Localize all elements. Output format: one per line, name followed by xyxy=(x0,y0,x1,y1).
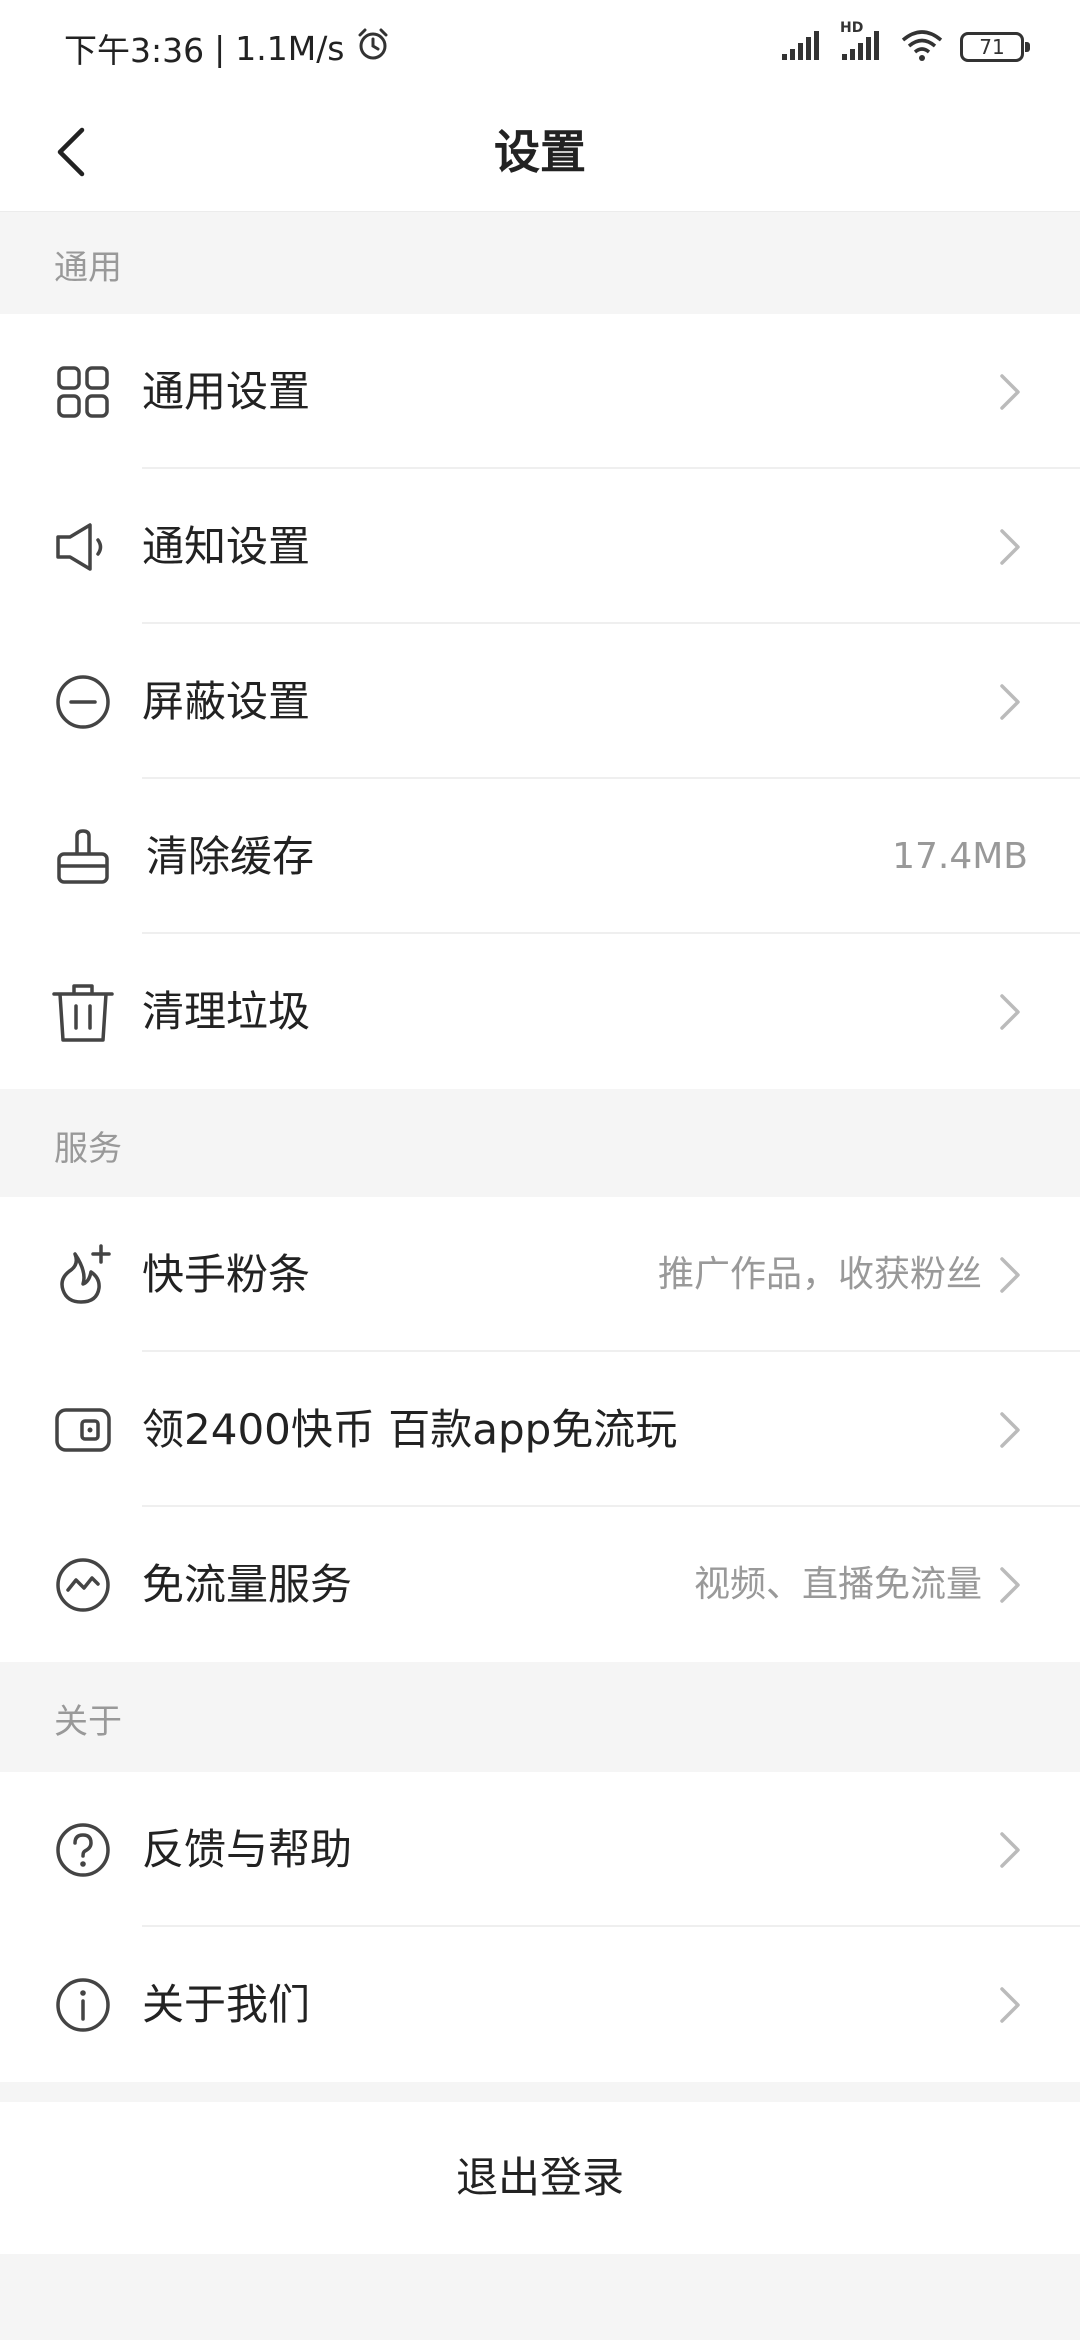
settings-item-block[interactable]: 屏蔽设置 xyxy=(0,624,1080,779)
item-label: 免流量服务 xyxy=(142,1560,353,1609)
chevron-right-icon xyxy=(990,370,1030,414)
item-hint: 视频、直播免流量 xyxy=(693,1564,982,1605)
section-title: 服务 xyxy=(54,1129,122,1169)
alarm-icon xyxy=(355,26,391,70)
chevron-right-icon xyxy=(990,990,1030,1034)
item-label: 通知设置 xyxy=(142,522,311,571)
item-label: 快手粉条 xyxy=(142,1250,311,1299)
speaker-icon xyxy=(50,514,116,580)
page-title: 设置 xyxy=(494,125,586,179)
logout-button[interactable]: 退出登录 xyxy=(0,2102,1080,2254)
chevron-right-icon xyxy=(990,525,1030,569)
logout-label: 退出登录 xyxy=(455,2153,624,2202)
settings-item-feedback[interactable]: 反馈与帮助 xyxy=(0,1772,1080,1927)
item-label: 通用设置 xyxy=(142,367,311,416)
cache-size: 17.4MB xyxy=(892,836,1028,877)
item-label: 关于我们 xyxy=(142,1980,311,2029)
settings-item-notification[interactable]: 通知设置 xyxy=(0,469,1080,624)
battery-icon: 71 xyxy=(960,32,1030,62)
chevron-right-icon xyxy=(990,680,1030,724)
section-title: 关于 xyxy=(54,1702,122,1742)
settings-item-free-data[interactable]: 免流量服务 视频、直播免流量 xyxy=(0,1507,1080,1662)
chevron-right-icon xyxy=(990,1253,1030,1297)
settings-item-coin-promo[interactable]: 领2400快币 百款app免流玩 xyxy=(0,1352,1080,1507)
chevron-right-icon xyxy=(990,1983,1030,2027)
hd-label: HD xyxy=(840,20,864,36)
settings-item-clear-cache[interactable]: 清除缓存 17.4MB xyxy=(0,779,1080,934)
question-circle-icon xyxy=(50,1817,116,1883)
hd-signal-icon: HD xyxy=(840,20,884,66)
chevron-right-icon xyxy=(990,1408,1030,1452)
network-speed: 1.1M/s xyxy=(235,28,345,68)
section-header-services: 服务 xyxy=(0,1089,1080,1197)
group-services: 快手粉条 推广作品，收获粉丝 领2400快币 百款app免流玩 免流量服务 视频… xyxy=(0,1197,1080,1662)
status-bar: 下午3:36 | 1.1M/s HD 71 xyxy=(0,0,1080,92)
settings-item-about-us[interactable]: 关于我们 xyxy=(0,1927,1080,2082)
settings-item-fan-boost[interactable]: 快手粉条 推广作品，收获粉丝 xyxy=(0,1197,1080,1352)
item-label: 屏蔽设置 xyxy=(142,677,311,726)
item-label: 清除缓存 xyxy=(146,832,315,881)
chevron-right-icon xyxy=(990,1563,1030,1607)
battery-level: 71 xyxy=(979,35,1005,59)
group-about: 反馈与帮助 关于我们 xyxy=(0,1772,1080,2082)
trash-icon xyxy=(50,979,116,1045)
item-label: 领2400快币 百款app免流玩 xyxy=(142,1405,678,1454)
section-header-about: 关于 xyxy=(0,1662,1080,1772)
item-hint: 推广作品，收获粉丝 xyxy=(657,1254,982,1295)
status-left: 下午3:36 | 1.1M/s xyxy=(64,24,391,72)
fan-plus-icon xyxy=(50,1242,116,1308)
status-right: HD 71 xyxy=(780,20,1030,66)
section-title: 通用 xyxy=(54,248,122,288)
status-separator: | xyxy=(214,28,226,68)
item-label: 清理垃圾 xyxy=(142,987,311,1036)
minus-circle-icon xyxy=(50,669,116,735)
coin-card-icon xyxy=(50,1397,116,1463)
settings-item-clean-trash[interactable]: 清理垃圾 xyxy=(0,934,1080,1089)
info-circle-icon xyxy=(50,1972,116,2038)
grid-icon xyxy=(50,359,116,425)
chevron-right-icon xyxy=(990,1828,1030,1872)
section-header-general: 通用 xyxy=(0,212,1080,314)
group-general: 通用设置 通知设置 屏蔽设置 清除缓存 17.4MB 清理垃圾 xyxy=(0,314,1080,1089)
nav-bar: 设置 xyxy=(0,92,1080,212)
brush-icon xyxy=(50,824,116,890)
settings-item-general[interactable]: 通用设置 xyxy=(0,314,1080,469)
wave-circle-icon xyxy=(50,1552,116,1618)
wifi-icon xyxy=(900,28,944,66)
cellular-signal-icon xyxy=(780,28,824,66)
item-label: 反馈与帮助 xyxy=(142,1825,353,1874)
status-time: 下午3:36 xyxy=(64,31,205,70)
